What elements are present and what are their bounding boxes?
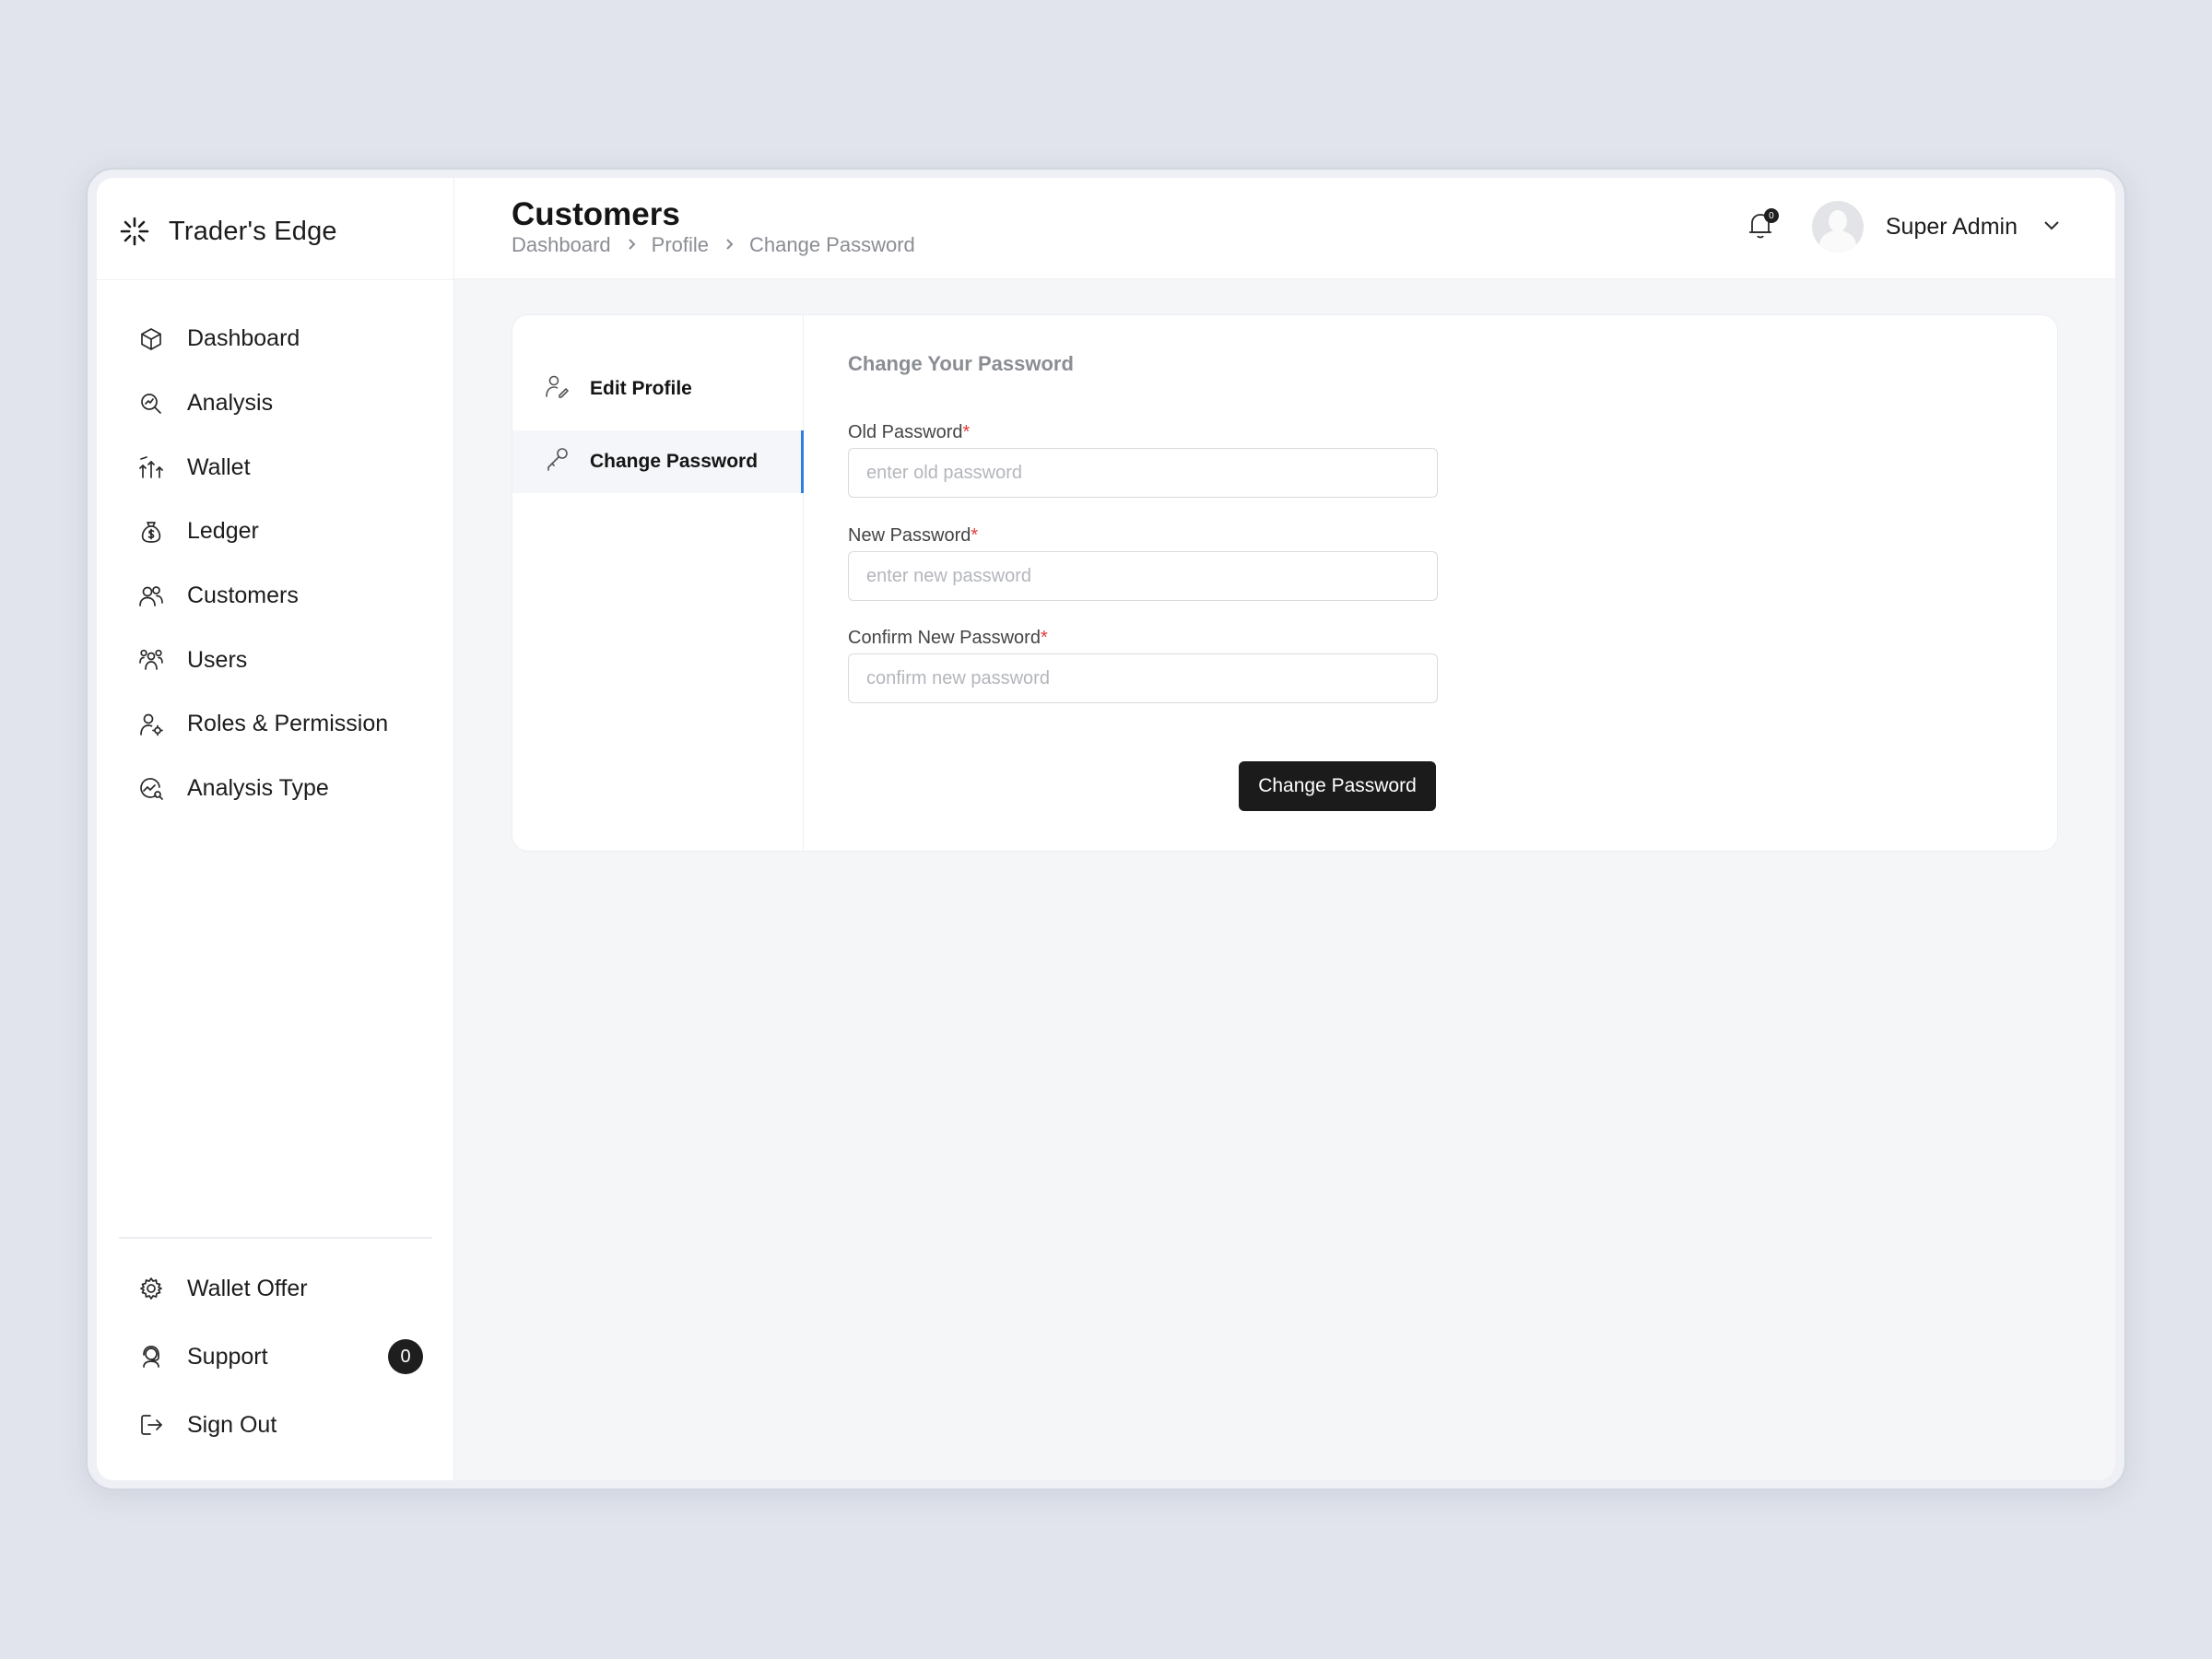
sidebar-item-label: Wallet	[187, 453, 251, 480]
chevron-right-icon	[624, 233, 639, 257]
sidebar-item-label: Wallet Offer	[187, 1275, 308, 1301]
user-group-icon	[137, 646, 165, 674]
notification-badge: 0	[1763, 208, 1779, 223]
money-bag-icon	[137, 518, 165, 546]
required-marker: *	[1040, 628, 1048, 648]
profile-card: Edit Profile Change Password Change Your…	[512, 314, 2058, 852]
sidebar-item-label: Support	[187, 1343, 268, 1370]
bell-icon	[1744, 214, 1777, 245]
tab-change-password[interactable]: Change Password	[512, 430, 804, 493]
chart-search-icon	[137, 775, 165, 803]
sidebar-item-sign-out[interactable]: Sign Out	[137, 1391, 423, 1459]
sidebar-item-label: Ledger	[187, 518, 259, 545]
sparkle-logo-icon	[119, 216, 150, 247]
sidebar-item-label: Dashboard	[187, 325, 300, 352]
app-window: Trader's Edge Dashboard Analysis Wallet …	[97, 178, 2115, 1480]
users-icon	[137, 582, 165, 610]
user-gear-icon	[137, 711, 165, 738]
key-icon	[544, 446, 570, 477]
chevron-down-icon[interactable]	[2041, 215, 2062, 240]
gear-icon	[137, 1275, 165, 1302]
user-edit-icon	[544, 373, 570, 405]
confirm-password-label: Confirm New Password*	[848, 628, 1048, 649]
top-header: Customers Dashboard Profile Change Passw…	[454, 178, 2115, 279]
wallet-growth-icon	[137, 453, 165, 481]
old-password-label-text: Old Password	[848, 422, 963, 442]
header-user-area: 0 Super Admin	[1744, 198, 2062, 255]
cube-icon	[137, 325, 165, 353]
breadcrumb-item-profile[interactable]: Profile	[652, 233, 709, 257]
support-count-badge: 0	[388, 1339, 423, 1374]
sidebar-item-wallet[interactable]: Wallet	[137, 435, 423, 500]
new-password-label-text: New Password	[848, 525, 971, 546]
confirm-password-label-text: Confirm New Password	[848, 628, 1041, 648]
sidebar-item-label: Sign Out	[187, 1411, 277, 1438]
confirm-password-input[interactable]	[848, 653, 1438, 703]
sidebar-item-label: Analysis Type	[187, 775, 329, 802]
sidebar-divider	[97, 279, 454, 280]
sidebar-item-dashboard[interactable]: Dashboard	[137, 307, 423, 371]
sidebar-item-ledger[interactable]: Ledger	[137, 500, 423, 564]
sidebar-item-roles-permission[interactable]: Roles & Permission	[137, 692, 423, 757]
sidebar-item-analysis[interactable]: Analysis	[137, 371, 423, 436]
profile-tabs: Edit Profile Change Password	[512, 315, 804, 851]
breadcrumb: Dashboard Profile Change Password	[512, 233, 915, 257]
sidebar-item-label: Users	[187, 646, 248, 673]
sidebar-item-label: Roles & Permission	[187, 711, 389, 737]
sidebar-item-label: Customers	[187, 582, 299, 609]
sidebar-item-users[interactable]: Users	[137, 628, 423, 692]
brand[interactable]: Trader's Edge	[119, 206, 337, 257]
tab-label: Change Password	[590, 451, 759, 472]
old-password-label: Old Password*	[848, 422, 970, 443]
avatar-body-shape	[1818, 230, 1856, 253]
user-name[interactable]: Super Admin	[1886, 214, 2018, 241]
sidebar-item-analysis-type[interactable]: Analysis Type	[137, 757, 423, 821]
chevron-right-icon	[722, 233, 736, 257]
sidebar-bottom-divider	[119, 1237, 432, 1239]
sign-out-icon	[137, 1411, 165, 1439]
breadcrumb-item-current: Change Password	[749, 233, 915, 256]
sidebar: Trader's Edge Dashboard Analysis Wallet …	[97, 178, 454, 1480]
tab-label: Edit Profile	[590, 378, 692, 399]
page-title: Customers	[512, 196, 680, 232]
support-agent-icon	[137, 1343, 165, 1371]
change-password-button[interactable]: Change Password	[1239, 761, 1436, 811]
sidebar-item-customers[interactable]: Customers	[137, 564, 423, 629]
new-password-label: New Password*	[848, 525, 978, 547]
required-marker: *	[971, 525, 979, 546]
required-marker: *	[962, 422, 971, 442]
new-password-input[interactable]	[848, 551, 1438, 601]
notification-button[interactable]: 0	[1744, 208, 1781, 245]
avatar[interactable]	[1811, 201, 1864, 253]
avatar-head-shape	[1828, 210, 1847, 232]
sidebar-item-support[interactable]: Support 0	[137, 1323, 423, 1391]
sidebar-bottom-nav: Wallet Offer Support 0 Sign Out	[137, 1254, 423, 1459]
search-analysis-icon	[137, 390, 165, 418]
sidebar-item-wallet-offer[interactable]: Wallet Offer	[137, 1254, 423, 1323]
brand-name: Trader's Edge	[169, 216, 337, 246]
form-title: Change Your Password	[848, 352, 1074, 375]
sidebar-item-label: Analysis	[187, 390, 274, 417]
breadcrumb-item-dashboard[interactable]: Dashboard	[512, 233, 611, 257]
tab-edit-profile[interactable]: Edit Profile	[512, 358, 804, 420]
sidebar-nav: Dashboard Analysis Wallet Ledger Custome…	[137, 307, 423, 821]
old-password-input[interactable]	[848, 448, 1438, 498]
